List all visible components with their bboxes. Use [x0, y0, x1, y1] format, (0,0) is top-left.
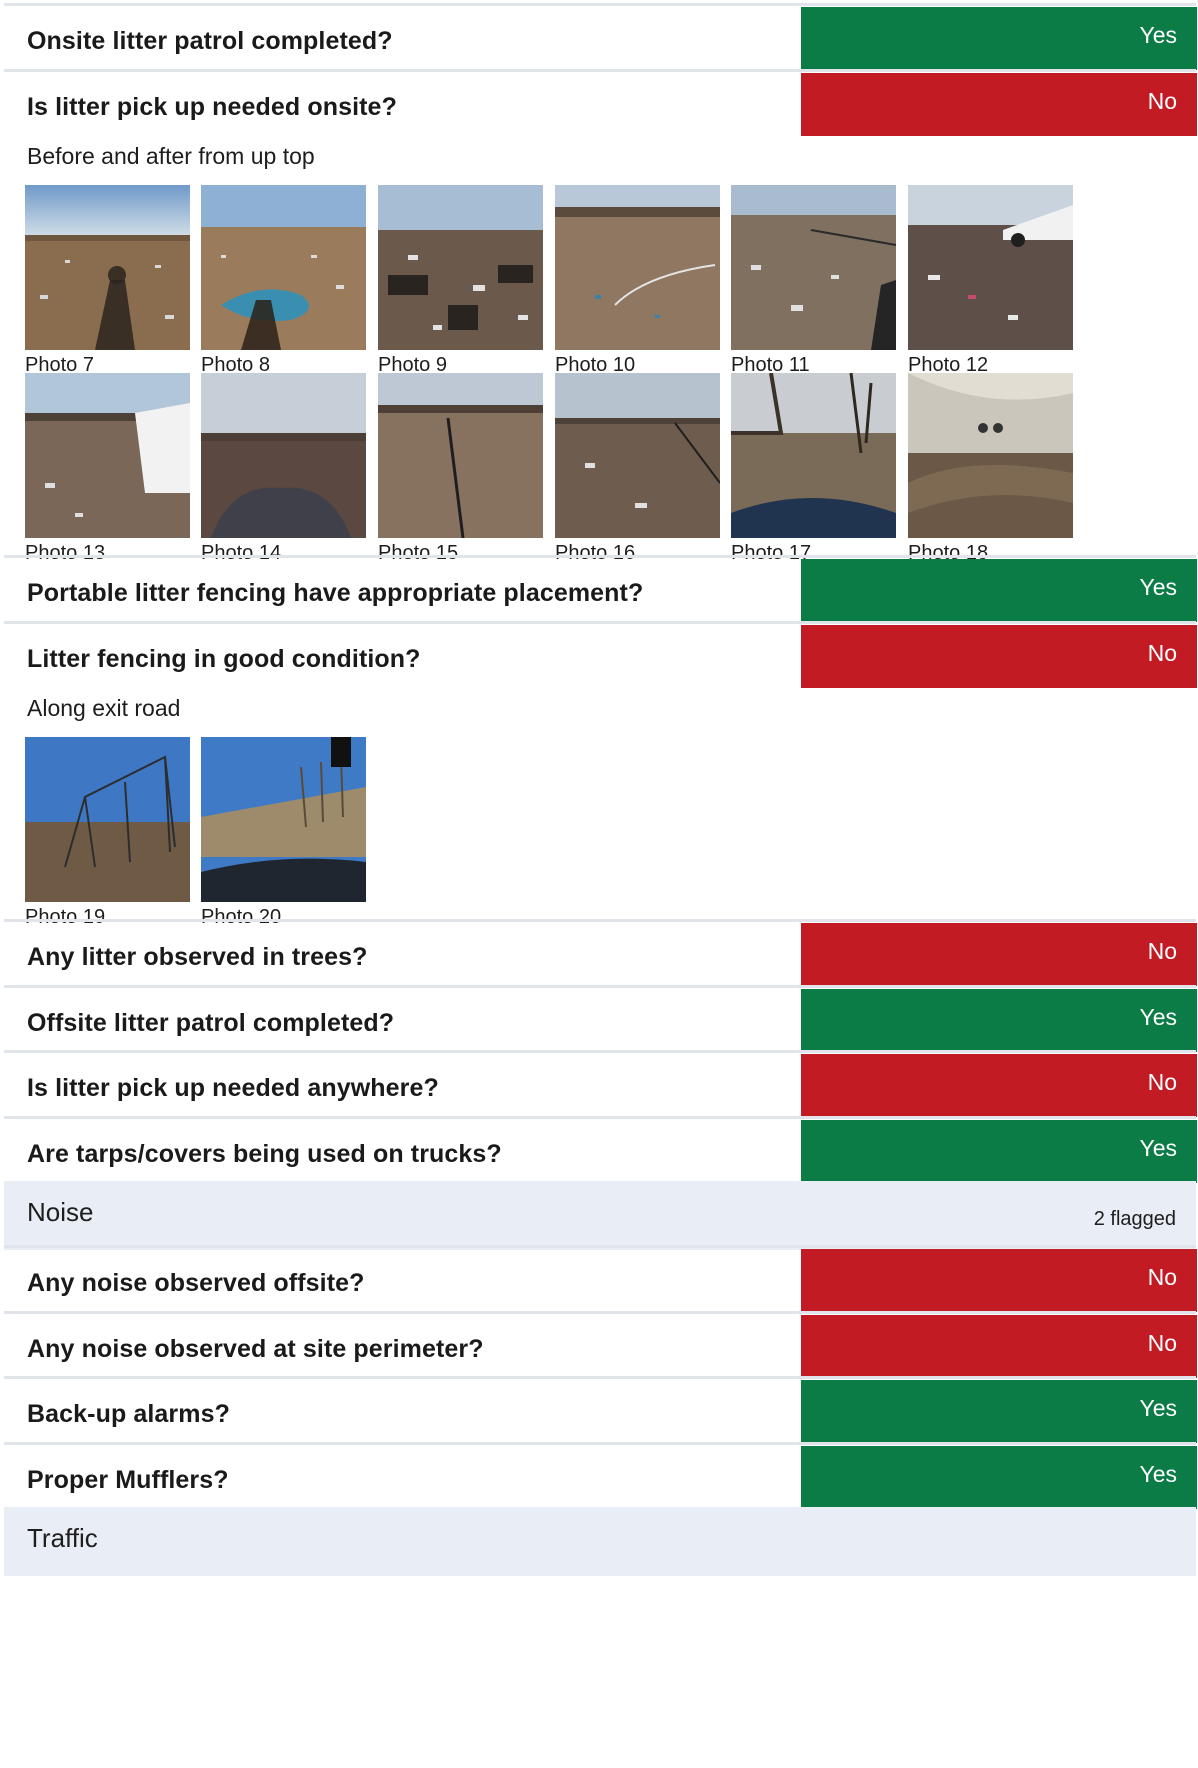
photo-thumbnail[interactable]: Photo 8	[201, 185, 366, 377]
answer-badge-no[interactable]: No	[801, 923, 1197, 986]
photo-thumbnail[interactable]: Photo 18	[908, 373, 1073, 565]
section-title: Traffic	[27, 1523, 98, 1553]
inspection-report: { "litter": [ {"question":"Onsite litter…	[0, 0, 1198, 1768]
section-header-traffic[interactable]: Traffic	[4, 1507, 1196, 1576]
question-row: Any noise observed at site perimeter? No	[4, 1311, 1197, 1385]
answer-badge-yes[interactable]: Yes	[801, 989, 1197, 1052]
photo-thumbnail[interactable]: Photo 14	[201, 373, 366, 565]
photo-image	[201, 373, 366, 538]
question-text: Onsite litter patrol completed?	[27, 27, 393, 55]
photo-image	[908, 373, 1073, 538]
photo-thumbnail[interactable]: Photo 13	[25, 373, 190, 565]
photo-image	[908, 185, 1073, 350]
question-text: Are tarps/covers being used on trucks?	[27, 1140, 502, 1168]
question-text: Offsite litter patrol completed?	[27, 1009, 395, 1037]
answer-badge-yes[interactable]: Yes	[801, 7, 1197, 70]
photo-thumbnail[interactable]: Photo 16	[555, 373, 720, 565]
question-row: Is litter pick up needed anywhere? No	[4, 1050, 1197, 1124]
flagged-count: 2 flagged	[1093, 1208, 1176, 1230]
photo-image	[201, 185, 366, 350]
question-text: Litter fencing in good condition?	[27, 645, 421, 673]
answer-badge-no[interactable]: No	[801, 625, 1197, 688]
photo-thumbnail[interactable]: Photo 9	[378, 185, 543, 377]
answer-badge-no[interactable]: No	[801, 1054, 1197, 1117]
question-row: Any litter observed in trees? No	[4, 919, 1197, 993]
question-row: Proper Mufflers? Yes	[4, 1442, 1197, 1516]
note-text: Along exit road	[27, 695, 181, 721]
note-text: Before and after from up top	[27, 143, 315, 169]
question-text: Any noise observed offsite?	[27, 1269, 365, 1297]
answer-badge-no[interactable]: No	[801, 1315, 1197, 1378]
photo-thumbnail[interactable]: Photo 12	[908, 185, 1073, 377]
photo-image	[378, 373, 543, 538]
question-row: Onsite litter patrol completed? Yes	[4, 3, 1197, 77]
photo-thumbnail[interactable]: Photo 7	[25, 185, 190, 377]
photo-thumbnail[interactable]: Photo 10	[555, 185, 720, 377]
question-text: Back-up alarms?	[27, 1400, 230, 1428]
answer-badge-yes[interactable]: Yes	[801, 1446, 1197, 1509]
photo-image	[25, 185, 190, 350]
question-text: Is litter pick up needed anywhere?	[27, 1074, 439, 1102]
question-row: Are tarps/covers being used on trucks? Y…	[4, 1116, 1197, 1190]
photo-thumbnail[interactable]: Photo 19	[25, 737, 190, 929]
photo-thumbnail[interactable]: Photo 11	[731, 185, 896, 377]
question-row: Back-up alarms? Yes	[4, 1376, 1197, 1450]
section-header-noise[interactable]: Noise 2 flagged	[4, 1181, 1196, 1250]
photo-image	[731, 185, 896, 350]
section-title: Noise	[27, 1197, 94, 1227]
question-text: Proper Mufflers?	[27, 1466, 229, 1494]
answer-badge-yes[interactable]: Yes	[801, 559, 1197, 622]
question-row: Litter fencing in good condition? No	[4, 621, 1197, 695]
photo-image	[25, 373, 190, 538]
question-row: Offsite litter patrol completed? Yes	[4, 985, 1197, 1059]
question-text: Any noise observed at site perimeter?	[27, 1335, 484, 1363]
question-text: Portable litter fencing have appropriate…	[27, 579, 644, 607]
photo-thumbnail[interactable]: Photo 20	[201, 737, 366, 929]
photo-image	[555, 185, 720, 350]
question-text: Any litter observed in trees?	[27, 943, 368, 971]
photo-image	[201, 737, 366, 902]
photo-image	[25, 737, 190, 902]
photo-image	[731, 373, 896, 538]
answer-badge-no[interactable]: No	[801, 1249, 1197, 1312]
question-row: Portable litter fencing have appropriate…	[4, 555, 1197, 629]
question-row: Is litter pick up needed onsite? No	[4, 69, 1197, 143]
answer-badge-no[interactable]: No	[801, 73, 1197, 136]
question-row: Any noise observed offsite? No	[4, 1245, 1197, 1319]
question-text: Is litter pick up needed onsite?	[27, 93, 397, 121]
photo-thumbnail[interactable]: Photo 17	[731, 373, 896, 565]
photo-image	[555, 373, 720, 538]
answer-badge-yes[interactable]: Yes	[801, 1120, 1197, 1183]
photo-image	[378, 185, 543, 350]
answer-badge-yes[interactable]: Yes	[801, 1380, 1197, 1443]
photo-thumbnail[interactable]: Photo 15	[378, 373, 543, 565]
